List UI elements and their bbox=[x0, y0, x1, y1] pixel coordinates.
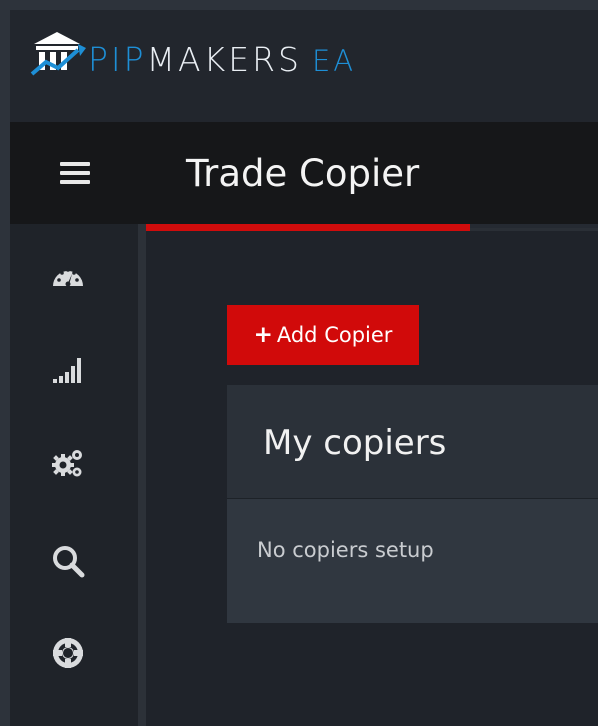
frame-top-border bbox=[0, 0, 598, 10]
page-title: Trade Copier bbox=[186, 152, 420, 195]
signal-bars-icon[interactable] bbox=[50, 350, 86, 386]
sidebar bbox=[10, 224, 138, 726]
panel-title: My copiers bbox=[263, 423, 447, 463]
add-copier-button[interactable]: + Add Copier bbox=[227, 305, 419, 365]
logo-pip-text: PIP bbox=[88, 40, 147, 79]
lifebuoy-icon[interactable] bbox=[50, 635, 86, 671]
temple-chart-icon bbox=[30, 32, 86, 76]
logo-ea-text: EA bbox=[311, 44, 357, 78]
active-tab-underline bbox=[146, 224, 470, 231]
logo-makers-text: MAKERS bbox=[146, 40, 302, 79]
frame-left-border bbox=[0, 0, 10, 726]
title-bar: Trade Copier bbox=[10, 122, 598, 224]
add-copier-label: Add Copier bbox=[276, 323, 393, 347]
search-icon[interactable] bbox=[50, 543, 86, 579]
app-header: PIPMAKERS EA bbox=[10, 10, 598, 122]
copiers-panel-header: My copiers bbox=[227, 385, 598, 499]
gears-icon[interactable] bbox=[50, 445, 86, 481]
hamburger-menu-icon[interactable] bbox=[60, 162, 90, 186]
copiers-panel: My copiers No copiers setup bbox=[227, 385, 598, 623]
sidebar-divider bbox=[138, 224, 146, 726]
brand-logo[interactable]: PIPMAKERS EA bbox=[30, 30, 450, 80]
dashboard-gauge-icon[interactable] bbox=[50, 260, 86, 296]
plus-icon: + bbox=[253, 322, 273, 348]
empty-state-message: No copiers setup bbox=[257, 538, 434, 562]
